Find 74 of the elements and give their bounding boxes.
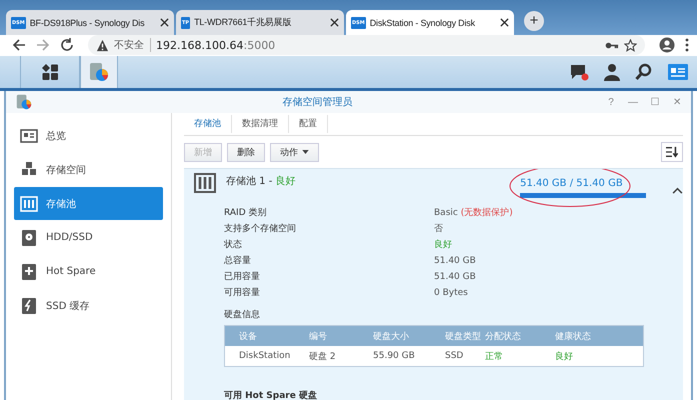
url-text: 192.168.100.64:5000 [156, 38, 276, 52]
detail-value: 51.40 GB [434, 255, 477, 268]
detail-value: 51.40 GB [434, 271, 477, 284]
column-header: 设备 [239, 330, 258, 342]
sort-icon [665, 146, 679, 158]
drive-bays-icon [20, 194, 38, 212]
warning-icon [96, 38, 109, 52]
account-icon[interactable] [659, 37, 675, 53]
table-cell-text: 硬盘 2 [309, 350, 337, 362]
tab-title: TL-WDR7661千兆易展版 [194, 16, 292, 29]
column-header: 硬盘类型 [445, 330, 482, 342]
sidebar-item[interactable]: Hot Spare [14, 255, 163, 288]
storage-app-icon [89, 62, 109, 82]
app-taskbar-button[interactable] [80, 56, 118, 88]
table-cell-text: 55.90 GB [373, 351, 416, 361]
toolbar-button[interactable]: 删除 [227, 142, 265, 162]
table-cell-text: 正常 [485, 350, 504, 362]
close-icon[interactable] [500, 18, 509, 27]
column-header: 硬盘大小 [373, 330, 410, 342]
minimize-button[interactable]: — [625, 96, 641, 108]
search-icon[interactable] [635, 63, 653, 81]
sidebar-item[interactable]: HDD/SSD [14, 221, 163, 254]
column-header: 分配状态 [485, 330, 522, 342]
storage-app-icon [16, 94, 32, 110]
section-title: 硬盘信息 [224, 308, 261, 321]
drive-bays-icon [194, 173, 216, 193]
sidebar-item[interactable]: 存储池 [14, 187, 163, 220]
lightning-drive-icon [20, 296, 38, 314]
column-header: 健康状态 [555, 330, 592, 342]
sidebar-item[interactable]: 总览 [14, 119, 163, 152]
tab-title: BF-DS918Plus - Synology Dis [30, 18, 146, 28]
url-field[interactable]: 不安全 192.168.100.64:5000 [88, 35, 645, 55]
star-icon[interactable] [624, 38, 637, 52]
detail-value: 良好 [434, 239, 453, 252]
toolbar-button[interactable]: 动作 [270, 142, 319, 162]
user-icon[interactable] [603, 63, 621, 81]
pool-name: 存储池 1 - 良好 [226, 174, 297, 188]
sort-button[interactable] [661, 142, 683, 162]
detail-value: 否 [434, 223, 444, 236]
key-icon[interactable] [605, 40, 619, 50]
plus-drive-icon [20, 262, 38, 280]
tab[interactable]: 存储池 [184, 115, 232, 133]
table-cell-text: 良好 [555, 350, 574, 362]
widget-card-icon[interactable] [667, 63, 689, 81]
detail-label: RAID 类别 [224, 207, 268, 220]
detail-value: 0 Bytes [434, 287, 469, 300]
back-icon[interactable] [12, 38, 26, 52]
detail-label: 已用容量 [224, 271, 261, 284]
detail-label: 状态 [224, 239, 243, 252]
usage-text: 51.40 GB / 51.40 GB [520, 178, 624, 189]
column-header: 编号 [309, 330, 328, 342]
chat-icon[interactable] [569, 62, 589, 82]
table-cell-text: DiskStation [239, 351, 292, 361]
detail-label: 总容量 [224, 255, 252, 268]
close-icon[interactable] [160, 18, 169, 27]
menu-icon[interactable] [685, 38, 689, 52]
security-label: 不安全 [114, 38, 151, 52]
tab-title: DiskStation - Synology Disk [370, 18, 476, 28]
collapse-chevron-icon[interactable] [672, 187, 683, 194]
table-cell-text: SSD [445, 351, 464, 361]
tab[interactable]: 数据清理 [232, 115, 289, 133]
detail-label: 支持多个存储空间 [224, 223, 297, 236]
section-title: 可用 Hot Spare 硬盘 [224, 390, 318, 400]
sidebar-item[interactable]: 存储空间 [14, 153, 163, 186]
grid-icon [42, 64, 58, 80]
close-icon[interactable] [330, 18, 339, 27]
window-title: 存储空间管理员 [282, 96, 354, 109]
reload-icon[interactable] [60, 38, 74, 52]
detail-label: 可用容量 [224, 287, 261, 300]
new-tab-button[interactable]: + [524, 10, 544, 30]
detail-value: Basic (无数据保护) [434, 207, 514, 220]
card-icon [20, 126, 38, 144]
tab[interactable]: 配置 [289, 115, 328, 133]
sidebar-item[interactable]: SSD 缓存 [14, 289, 163, 322]
